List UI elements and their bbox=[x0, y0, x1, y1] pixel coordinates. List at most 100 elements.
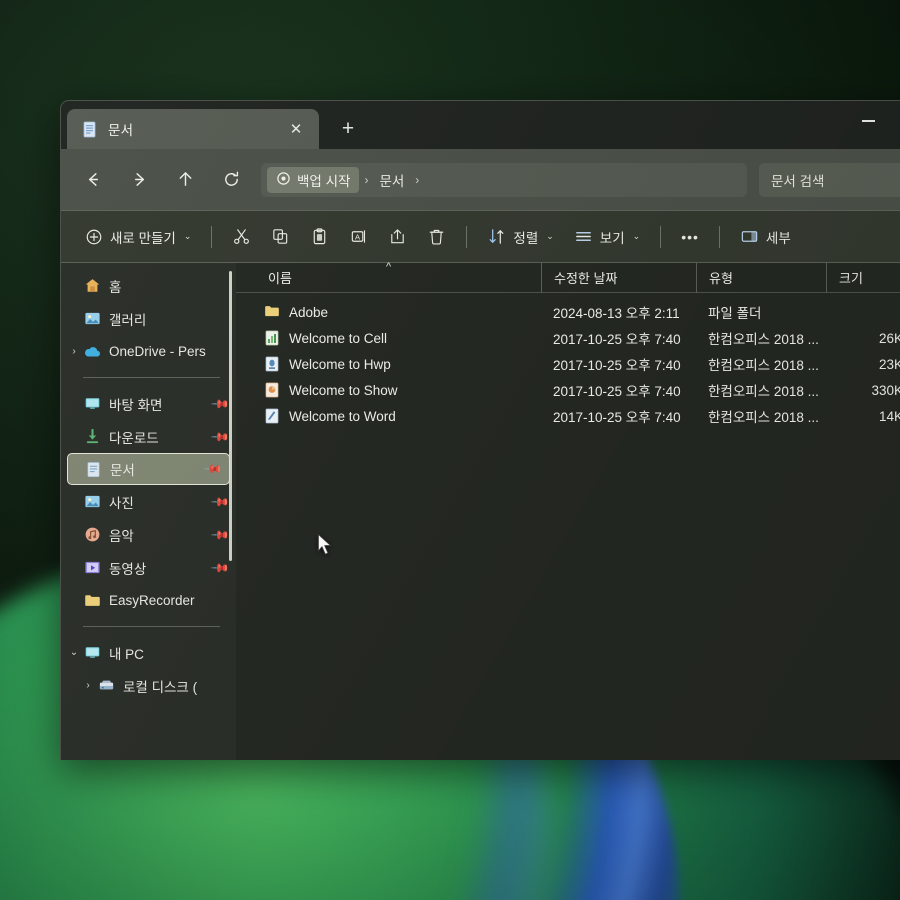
trash-icon bbox=[427, 227, 446, 246]
sidebar-item-pictures[interactable]: 사진 📌 bbox=[61, 485, 236, 518]
sort-ascending-icon: ^ bbox=[386, 260, 392, 273]
column-header-size[interactable]: 크기 bbox=[826, 262, 900, 293]
sidebar-item-home[interactable]: 홈 bbox=[61, 269, 236, 302]
pin-icon[interactable]: 📌 bbox=[210, 524, 230, 544]
sidebar-label: 바탕 화면 bbox=[109, 397, 163, 413]
breadcrumb[interactable]: 백업 시작 › 문서 › bbox=[261, 162, 747, 197]
chevron-right-icon-disk[interactable]: › bbox=[81, 680, 95, 691]
toolbar-divider-2 bbox=[466, 225, 468, 248]
pc-icon bbox=[83, 644, 101, 662]
sidebar-label: 홈 bbox=[109, 279, 122, 295]
sidebar-item-desktop[interactable]: 바탕 화면 📌 bbox=[61, 387, 236, 420]
file-name: Welcome to Cell bbox=[289, 330, 388, 346]
chevron-right-icon[interactable]: › bbox=[67, 346, 81, 357]
file-type-cell: 한컴오피스 2018 ... bbox=[708, 358, 819, 373]
file-name-cell[interactable]: Welcome to Hwp bbox=[236, 356, 541, 372]
table-row[interactable]: Welcome to Cell 2017-10-25 오후 7:40 한컴오피스… bbox=[236, 325, 900, 351]
chevron-down-icon: ⌄ bbox=[183, 231, 192, 241]
window-controls bbox=[845, 101, 900, 141]
new-button[interactable]: 새로 만들기 ⌄ bbox=[75, 220, 200, 254]
table-row[interactable]: Welcome to Word 2017-10-25 오후 7:40 한컴오피스… bbox=[236, 403, 900, 429]
hancom-hwp-icon bbox=[264, 356, 280, 372]
pin-icon[interactable]: 📌 bbox=[210, 557, 230, 577]
tab-title: 문서 bbox=[108, 123, 134, 138]
column-headers: 이름 ^ 수정한 날짜 유형 크기 bbox=[236, 260, 900, 293]
refresh-button[interactable] bbox=[209, 163, 253, 197]
sidebar-label: 갤러리 bbox=[109, 312, 147, 328]
file-explorer-window: 문서 ✕ + 백업 시작 › 문서 › 문서 검색 새로 만들기 ⌄ A 정렬 … bbox=[60, 100, 900, 760]
forward-button[interactable] bbox=[117, 163, 161, 197]
search-input[interactable]: 문서 검색 bbox=[759, 162, 900, 197]
file-name: Welcome to Show bbox=[289, 382, 398, 398]
column-label-name: 이름 bbox=[268, 271, 292, 286]
paste-button[interactable] bbox=[301, 220, 338, 254]
details-pane-button[interactable]: 세부 bbox=[731, 220, 800, 254]
file-list-pane: 이름 ^ 수정한 날짜 유형 크기 Adobe 2024-08-13 오후 2:… bbox=[236, 260, 900, 760]
breadcrumb-item-documents[interactable]: 문서 bbox=[373, 167, 410, 193]
file-name-cell[interactable]: Welcome to Cell bbox=[236, 330, 541, 346]
tab-documents[interactable]: 문서 ✕ bbox=[67, 109, 319, 149]
copy-button[interactable] bbox=[262, 220, 299, 254]
file-date-cell: 2017-10-25 오후 7:40 bbox=[553, 358, 681, 373]
share-button[interactable] bbox=[379, 220, 416, 254]
svg-text:A: A bbox=[355, 232, 361, 241]
sidebar-item-onedrive[interactable]: › OneDrive - Pers bbox=[61, 335, 236, 368]
file-name-cell[interactable]: Welcome to Show bbox=[236, 382, 541, 398]
sidebar-item-videos[interactable]: 동영상 📌 bbox=[61, 551, 236, 584]
column-header-name[interactable]: 이름 ^ bbox=[236, 260, 541, 293]
sort-button[interactable]: 정렬 ⌄ bbox=[478, 220, 562, 254]
column-label-date: 수정한 날짜 bbox=[554, 271, 618, 286]
sidebar-item-music[interactable]: 음악 📌 bbox=[61, 518, 236, 551]
paste-icon bbox=[310, 227, 329, 246]
file-date-cell: 2024-08-13 오후 2:11 bbox=[553, 306, 680, 321]
table-row[interactable]: Welcome to Show 2017-10-25 오후 7:40 한컴오피스… bbox=[236, 377, 900, 403]
sidebar-item-downloads[interactable]: 다운로드 📌 bbox=[61, 420, 236, 453]
file-date-cell: 2017-10-25 오후 7:40 bbox=[553, 384, 681, 399]
pin-icon[interactable]: 📌 bbox=[210, 426, 230, 446]
sidebar-item-my-pc[interactable]: ⌄ 내 PC bbox=[61, 636, 236, 669]
file-name-cell[interactable]: Adobe bbox=[236, 304, 541, 320]
details-pane-icon bbox=[740, 227, 759, 246]
column-header-date[interactable]: 수정한 날짜 bbox=[541, 262, 696, 293]
chevron-down-icon-pc[interactable]: ⌄ bbox=[67, 647, 81, 658]
table-row[interactable]: Welcome to Hwp 2017-10-25 오후 7:40 한컴오피스 … bbox=[236, 351, 900, 377]
new-button-label: 새로 만들기 bbox=[110, 230, 176, 246]
column-header-type[interactable]: 유형 bbox=[696, 262, 826, 293]
hancom-word-icon bbox=[264, 408, 280, 424]
view-label: 보기 bbox=[599, 230, 625, 246]
view-button[interactable]: 보기 ⌄ bbox=[565, 220, 649, 254]
sidebar-item-documents[interactable]: 문서 📌 bbox=[67, 453, 230, 485]
pictures-icon bbox=[83, 493, 101, 511]
breadcrumb-item-backup[interactable]: 백업 시작 bbox=[267, 166, 360, 193]
navigation-pane: 홈 갤러리 › OneDrive - Pers 바탕 화면 📌 다운로드 📌 문… bbox=[61, 263, 236, 760]
sidebar-item-local-disk[interactable]: › 로컬 디스크 ( bbox=[61, 669, 236, 702]
pin-icon[interactable]: 📌 bbox=[203, 459, 223, 479]
copy-icon bbox=[271, 227, 290, 246]
more-options-button[interactable]: ••• bbox=[672, 220, 708, 254]
file-name: Welcome to Word bbox=[289, 408, 396, 424]
scissors-icon bbox=[232, 227, 251, 246]
cut-button[interactable] bbox=[223, 220, 260, 254]
file-date-cell: 2017-10-25 오후 7:40 bbox=[553, 410, 681, 425]
maximize-button[interactable] bbox=[892, 101, 900, 141]
back-button[interactable] bbox=[71, 163, 115, 197]
rename-button[interactable]: A bbox=[340, 220, 377, 254]
hancom-cell-icon bbox=[264, 330, 280, 346]
sidebar-item-gallery[interactable]: 갤러리 bbox=[61, 302, 236, 335]
up-button[interactable] bbox=[163, 163, 207, 197]
minimize-button[interactable] bbox=[845, 101, 892, 141]
delete-button[interactable] bbox=[418, 220, 455, 254]
pin-icon[interactable]: 📌 bbox=[210, 393, 230, 413]
table-row[interactable]: Adobe 2024-08-13 오후 2:11 파일 폴더 bbox=[236, 299, 900, 325]
sidebar-label: 내 PC bbox=[109, 646, 144, 662]
file-name-cell[interactable]: Welcome to Word bbox=[236, 408, 541, 424]
sidebar-item-easyrecorder[interactable]: EasyRecorder bbox=[61, 584, 236, 617]
pin-icon[interactable]: 📌 bbox=[210, 491, 230, 511]
details-pane-label: 세부 bbox=[765, 230, 791, 246]
sidebar-label: 음악 bbox=[109, 528, 134, 544]
breadcrumb-separator: › bbox=[364, 172, 369, 187]
tab-close-icon[interactable]: ✕ bbox=[285, 118, 307, 140]
new-tab-button[interactable]: + bbox=[331, 112, 365, 146]
gallery-icon bbox=[83, 310, 101, 328]
search-placeholder: 문서 검색 bbox=[771, 173, 825, 189]
